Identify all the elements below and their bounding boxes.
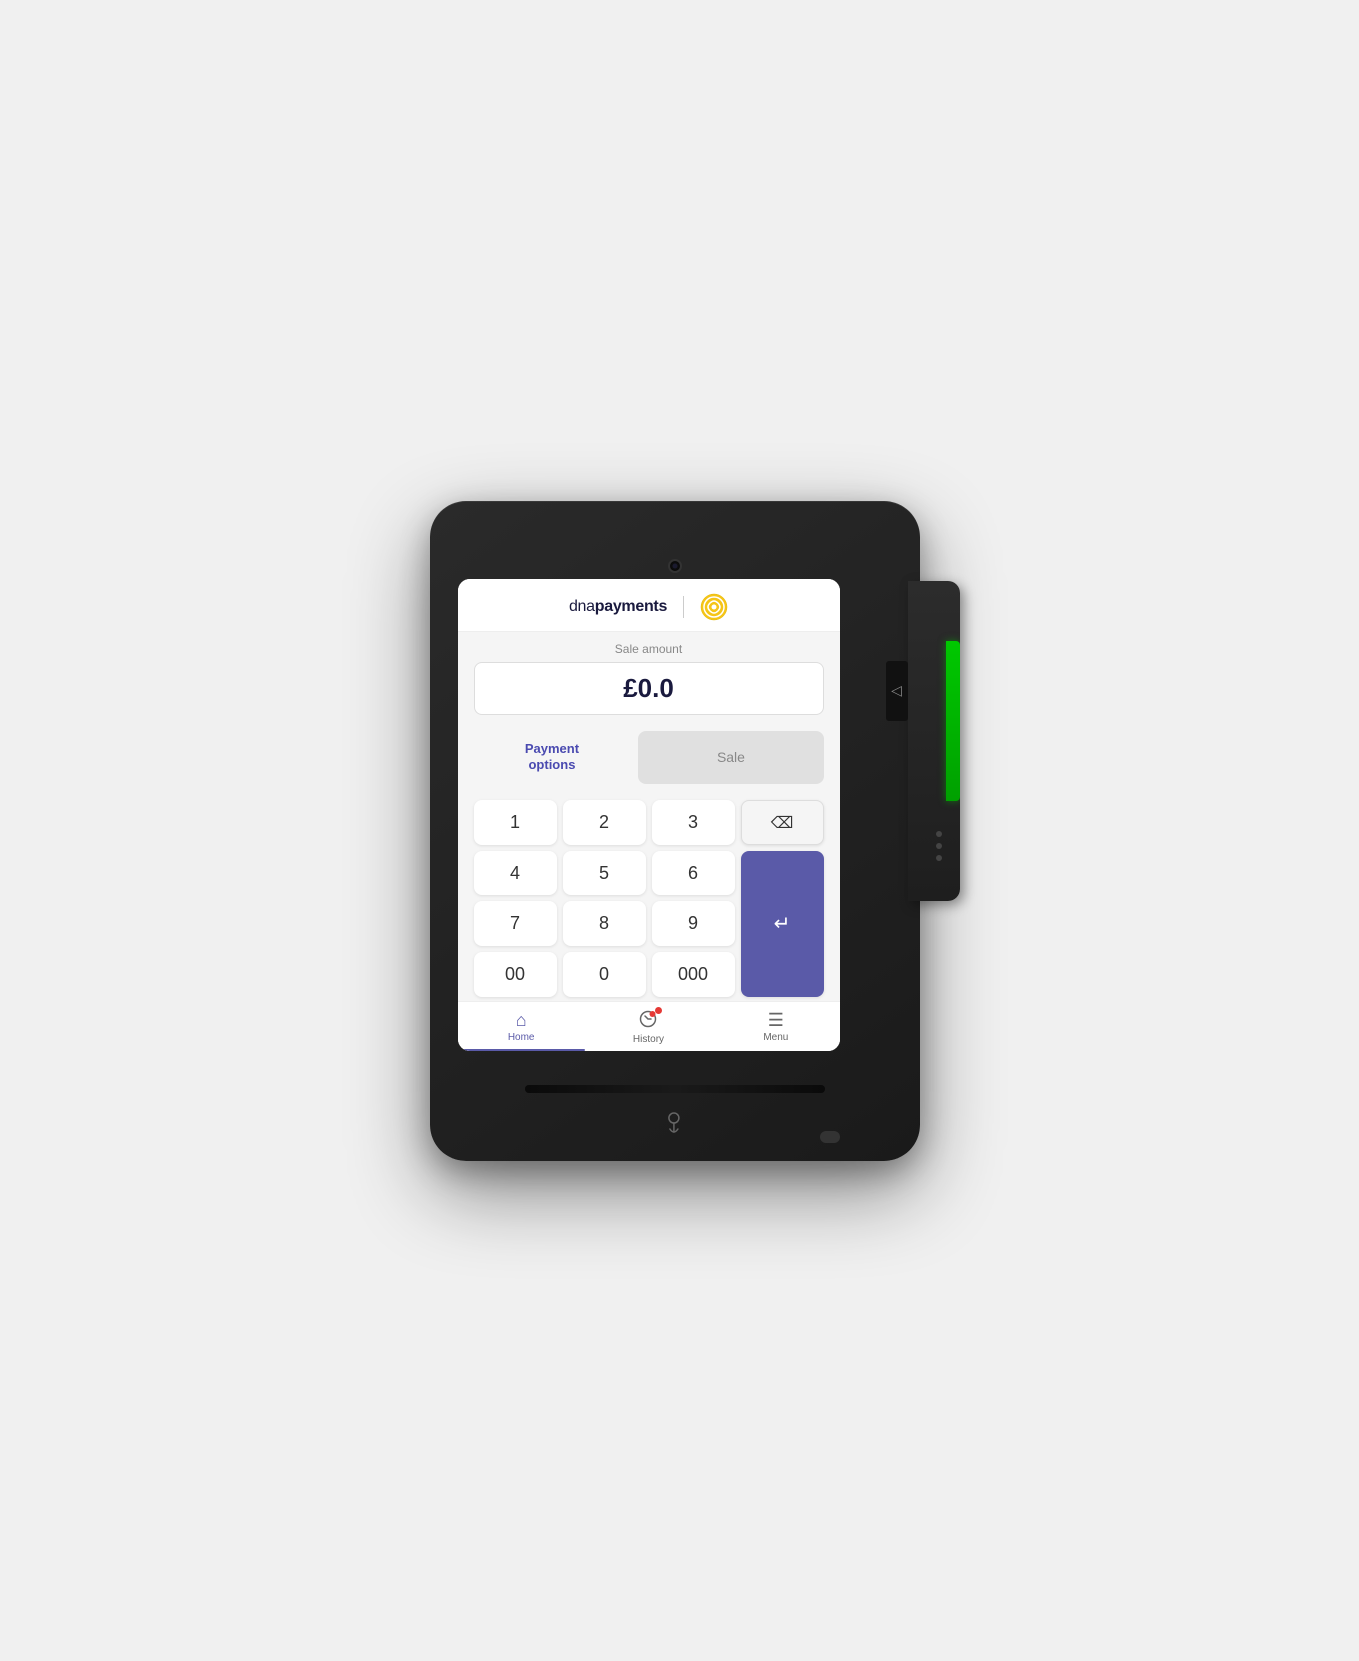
app-header: dnapayments — [458, 579, 840, 632]
nav-active-indicator — [458, 1049, 585, 1051]
sale-section: Sale amount £0.0 — [458, 632, 840, 723]
card-reader-attachment — [908, 581, 960, 901]
key-enter[interactable]: ↵ — [741, 851, 824, 997]
nav-menu-label: Menu — [763, 1032, 788, 1043]
amount-value: £0.0 — [623, 673, 674, 703]
nav-item-menu[interactable]: ☰ Menu — [712, 1002, 839, 1051]
sale-button[interactable]: Sale — [638, 731, 823, 785]
key-0[interactable]: 0 — [563, 952, 646, 997]
key-7[interactable]: 7 — [474, 901, 557, 946]
bottom-brand-mark — [662, 1110, 684, 1139]
card-slot: ◁ — [886, 661, 908, 721]
payment-options-row: Payment options Sale — [458, 723, 840, 793]
logo-text: dnapayments — [569, 598, 667, 616]
menu-icon: ☰ — [768, 1011, 784, 1029]
camera-icon — [668, 559, 682, 573]
key-8[interactable]: 8 — [563, 901, 646, 946]
key-4[interactable]: 4 — [474, 851, 557, 896]
logo-area: dnapayments — [569, 593, 728, 621]
nav-item-history[interactable]: History — [585, 1002, 712, 1051]
history-badge — [655, 1007, 662, 1014]
payment-options-button[interactable]: Payment options — [474, 731, 631, 785]
brand-logo-icon — [700, 593, 728, 621]
card-insert-icon: ◁ — [891, 682, 902, 699]
green-indicator-strip — [946, 641, 960, 801]
receipt-slot — [525, 1085, 825, 1093]
key-000[interactable]: 000 — [652, 952, 735, 997]
history-icon — [639, 1010, 657, 1031]
key-00[interactable]: 00 — [474, 952, 557, 997]
screen-content: dnapayments Sale amount — [458, 579, 840, 1051]
sale-label: Sale amount — [474, 642, 824, 656]
logo-divider — [683, 596, 684, 618]
bottom-screw — [820, 1131, 840, 1143]
device-screen: dnapayments Sale amount — [458, 579, 840, 1051]
key-9[interactable]: 9 — [652, 901, 735, 946]
key-backspace[interactable]: ⌫ — [741, 800, 824, 845]
side-dots — [936, 831, 942, 861]
device-body: dnapayments Sale amount — [430, 501, 920, 1161]
key-5[interactable]: 5 — [563, 851, 646, 896]
home-icon: ⌂ — [516, 1011, 527, 1029]
key-6[interactable]: 6 — [652, 851, 735, 896]
bottom-navigation: ⌂ Home History — [458, 1001, 840, 1051]
key-2[interactable]: 2 — [563, 800, 646, 845]
keypad: 1 2 3 ⌫ 4 5 6 ↵ 7 8 9 00 0 000 — [458, 792, 840, 1000]
key-1[interactable]: 1 — [474, 800, 557, 845]
key-3[interactable]: 3 — [652, 800, 735, 845]
nav-home-label: Home — [508, 1032, 535, 1043]
device-scene: dnapayments Sale amount — [400, 461, 960, 1201]
nav-item-home[interactable]: ⌂ Home — [458, 1002, 585, 1051]
nav-history-label: History — [633, 1034, 664, 1045]
amount-display: £0.0 — [474, 662, 824, 715]
